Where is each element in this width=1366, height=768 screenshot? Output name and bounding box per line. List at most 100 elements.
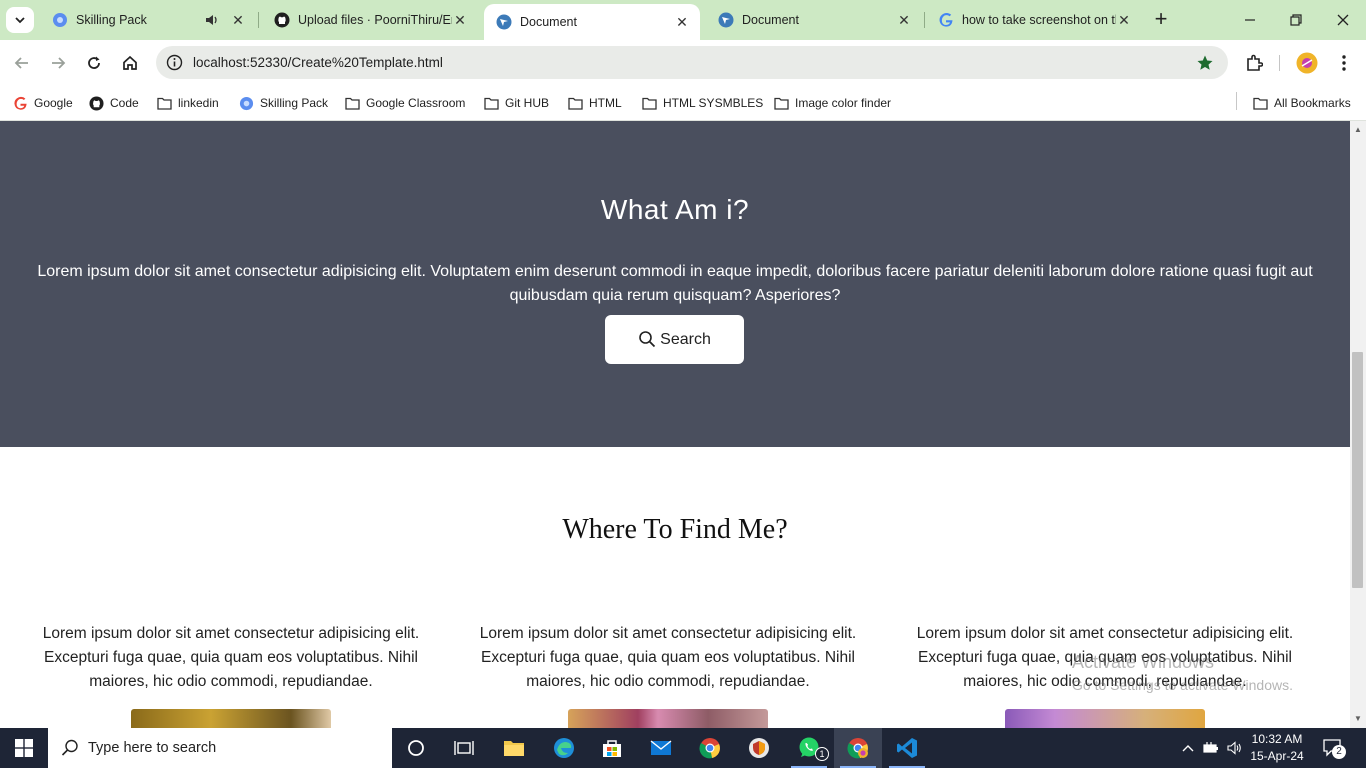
bookmark-skilling-pack[interactable]: Skilling Pack xyxy=(238,92,328,114)
minimize-button[interactable] xyxy=(1238,8,1262,32)
tab-separator xyxy=(924,12,925,28)
tab-close-icon[interactable]: ✕ xyxy=(452,12,468,28)
bookmark-google-classroom[interactable]: Google Classroom xyxy=(344,92,465,114)
bookmark-google[interactable]: Google xyxy=(12,92,73,114)
tab-title: Document xyxy=(742,13,799,27)
avatar-icon xyxy=(1296,52,1318,74)
cortana-button[interactable] xyxy=(392,728,440,768)
close-icon xyxy=(1337,14,1349,26)
start-button[interactable] xyxy=(0,728,48,768)
restore-button[interactable] xyxy=(1284,8,1308,32)
folder-icon xyxy=(156,95,172,111)
info-column-1: Lorem ipsum dolor sit amet consectetur a… xyxy=(42,625,420,690)
browser-app[interactable] xyxy=(735,728,783,768)
tab-close-icon[interactable]: ✕ xyxy=(674,14,690,30)
folder-icon xyxy=(567,95,583,111)
bookmark-label: Google xyxy=(34,96,73,110)
scrollbar-thumb[interactable] xyxy=(1352,352,1363,588)
edge-app[interactable] xyxy=(540,728,588,768)
scroll-up-arrow-icon[interactable]: ▲ xyxy=(1353,125,1363,135)
bookmarks-divider xyxy=(1236,92,1237,110)
chrome-icon xyxy=(699,738,720,759)
clock-date: 15-Apr-24 xyxy=(1250,749,1304,763)
url-text[interactable]: localhost:52330/Create%20Template.html xyxy=(193,55,443,70)
taskbar-search-box[interactable]: Type here to search xyxy=(48,728,392,768)
tab-title: Skilling Pack xyxy=(76,13,147,27)
home-icon xyxy=(123,55,137,70)
search-button-label: Search xyxy=(660,330,711,348)
folder-icon xyxy=(344,95,360,111)
mail-app[interactable] xyxy=(637,728,685,768)
bookmark-label: Image color finder xyxy=(795,96,892,110)
forward-button[interactable] xyxy=(47,52,69,74)
bookmark-linkedin[interactable]: linkedin xyxy=(156,92,219,114)
tab-close-icon[interactable]: ✕ xyxy=(230,12,246,28)
bookmark-label: HTML SYSMBLES xyxy=(663,96,764,110)
store-icon xyxy=(603,740,621,757)
windows-logo-icon xyxy=(15,739,33,757)
reload-button[interactable] xyxy=(83,52,105,74)
bookmark-label: Code xyxy=(110,96,139,110)
bookmark-label: Skilling Pack xyxy=(260,96,329,110)
scroll-down-arrow-icon[interactable]: ▼ xyxy=(1353,714,1363,724)
tab-document[interactable]: Document ✕ xyxy=(706,4,922,36)
bookmark-label: Google Classroom xyxy=(366,96,466,110)
bookmark-label: Git HUB xyxy=(505,96,550,110)
folder-icon xyxy=(504,741,524,756)
search-icon xyxy=(61,739,78,756)
extensions-button[interactable] xyxy=(1243,52,1265,74)
column-image-3 xyxy=(1005,709,1205,728)
back-button[interactable] xyxy=(11,52,33,74)
show-hidden-icons-button[interactable] xyxy=(1178,728,1198,768)
notification-center-button[interactable]: 2 xyxy=(1322,738,1346,759)
bookmark-image-color-finder[interactable]: Image color finder xyxy=(773,92,891,114)
clock-time: 10:32 AM xyxy=(1251,732,1303,746)
windows-taskbar: Type here to search 1 10:32 AM 15-Apr-24… xyxy=(0,728,1366,768)
folder-icon xyxy=(773,95,789,111)
tab-upload-files[interactable]: Upload files · PoorniThiru/En ✕ xyxy=(262,4,478,36)
chrome-active-app[interactable] xyxy=(834,728,882,768)
tab-close-icon[interactable]: ✕ xyxy=(1116,12,1132,28)
chrome-app[interactable] xyxy=(686,728,734,768)
bookmark-html-sysmbles[interactable]: HTML SYSMBLES xyxy=(641,92,763,114)
vscode-icon xyxy=(897,738,917,758)
taskbar-clock[interactable]: 10:32 AM 15-Apr-24 xyxy=(1248,731,1306,765)
address-bar[interactable]: localhost:52330/Create%20Template.html xyxy=(156,46,1228,79)
site-info-icon[interactable] xyxy=(166,54,183,71)
edge-icon xyxy=(554,738,574,758)
speaker-icon[interactable] xyxy=(204,12,220,28)
bookmark-html[interactable]: HTML xyxy=(567,92,622,114)
file-explorer-app[interactable] xyxy=(490,728,538,768)
forward-arrow-icon xyxy=(52,57,66,69)
hero-title: What Am i? xyxy=(600,194,750,225)
tab-close-icon[interactable]: ✕ xyxy=(896,12,912,28)
vscode-app[interactable] xyxy=(883,728,931,768)
bookmark-star-icon[interactable] xyxy=(1196,54,1214,72)
close-window-button[interactable] xyxy=(1331,8,1355,32)
all-bookmarks[interactable]: All Bookmarks xyxy=(1252,92,1351,114)
whatsapp-app[interactable]: 1 xyxy=(785,728,833,768)
chevron-up-icon xyxy=(1182,745,1194,752)
volume-button[interactable] xyxy=(1224,728,1246,768)
toolbar-divider xyxy=(1279,55,1280,71)
tab-google-search[interactable]: how to take screenshot on th ✕ xyxy=(926,4,1142,36)
tab-document-active[interactable]: Document ✕ xyxy=(484,4,700,40)
home-button[interactable] xyxy=(119,52,141,74)
new-tab-button[interactable]: + xyxy=(1150,8,1172,32)
microsoft-store-app[interactable] xyxy=(588,728,636,768)
task-view-button[interactable] xyxy=(440,728,488,768)
tab-search-button[interactable] xyxy=(6,7,34,33)
search-button[interactable]: Search xyxy=(605,315,744,364)
task-view-icon xyxy=(454,741,474,755)
skilling-pack-favicon-icon xyxy=(52,12,68,28)
browser-menu-button[interactable] xyxy=(1333,52,1355,74)
bookmark-code[interactable]: Code xyxy=(88,92,139,114)
taskbar-search-placeholder: Type here to search xyxy=(88,740,217,756)
shield-browser-icon xyxy=(749,738,769,758)
battery-button[interactable] xyxy=(1200,728,1222,768)
tab-skilling-pack[interactable]: Skilling Pack ✕ xyxy=(40,4,256,36)
folder-icon xyxy=(1252,95,1268,111)
tab-separator xyxy=(258,12,259,28)
bookmark-git-hub[interactable]: Git HUB xyxy=(483,92,549,114)
profile-avatar[interactable] xyxy=(1296,52,1318,74)
